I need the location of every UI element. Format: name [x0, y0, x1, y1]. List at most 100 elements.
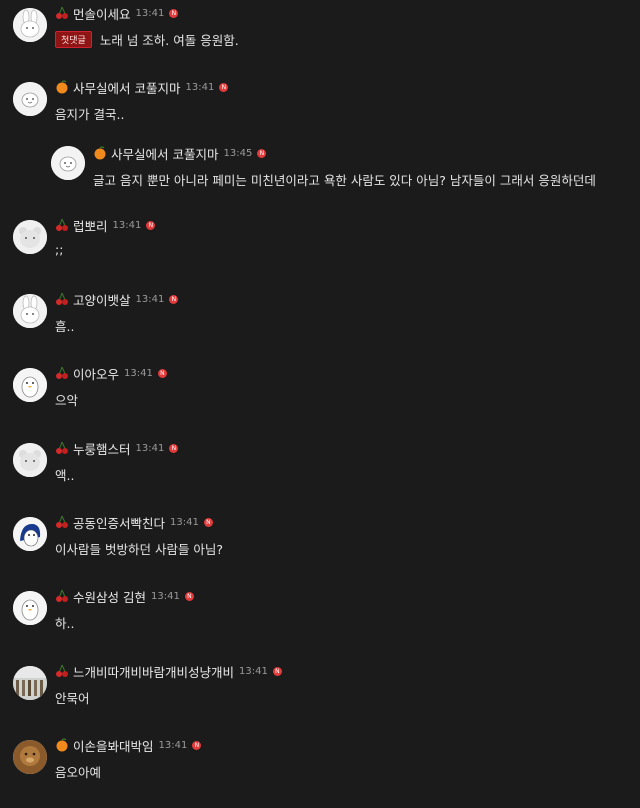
comment-header: 공동인증서빡친다 13:41 N	[55, 513, 213, 531]
comment-body: 하..	[55, 613, 74, 632]
avatar[interactable]	[13, 591, 47, 625]
comment-body: 이사람들 벗방하던 사람들 아님?	[55, 539, 223, 558]
comment-item[interactable]: 럽뽀리 13:41 N;;	[0, 218, 640, 288]
nickname[interactable]: 이손을봐대박임	[73, 736, 154, 755]
comment-header: 수원삼성 김현 13:41 N	[55, 587, 194, 605]
comment-body: 글고 음지 뿐만 아니라 페미는 미친년이라고 욕한 사람도 있다 아님? 남자…	[93, 170, 596, 189]
avatar[interactable]	[13, 666, 47, 700]
comment-header: 누룽햄스터 13:41 N	[55, 439, 179, 458]
comment-body: 으악	[55, 390, 78, 409]
timestamp: 13:41	[135, 293, 165, 305]
comment-body: 흠..	[55, 316, 74, 335]
new-badge: N	[169, 8, 179, 18]
new-badge: N	[146, 220, 156, 230]
cherry-icon	[55, 6, 69, 20]
timestamp: 13:41	[239, 665, 268, 677]
new-badge: N	[169, 294, 179, 304]
comment-item[interactable]: 이아오우 13:41 N 으악	[0, 366, 640, 436]
cherry-icon	[55, 664, 69, 678]
comment-body: 음지가 결국..	[55, 104, 124, 123]
comment-item[interactable]: 먼솔이세요 13:41 N 첫댓글 노래 넘 조하. 여돌 응원함.	[0, 6, 640, 76]
timestamp: 13:41	[124, 367, 153, 379]
timestamp: 13:41	[135, 442, 165, 454]
comment-item[interactable]: 수원삼성 김현 13:41 N 하..	[0, 589, 640, 659]
avatar[interactable]	[13, 82, 47, 116]
reply-comment[interactable]: 사무실에서 코풀지마 13:45 N 글고 음지 뿐만 아니라 페미는 미친년이라고 …	[0, 146, 640, 216]
avatar[interactable]	[13, 8, 47, 42]
comment-text: 흠..	[55, 319, 75, 334]
first-comment-tag: 첫댓글	[55, 31, 92, 48]
timestamp: 13:41	[150, 590, 180, 602]
new-badge: N	[219, 82, 229, 92]
comment-text: ;;	[55, 242, 64, 257]
avatar[interactable]	[13, 517, 47, 551]
comment-text: 안묵어	[55, 691, 90, 706]
avatar[interactable]	[13, 294, 47, 328]
cherry-icon	[55, 515, 69, 529]
timestamp: 13:41	[185, 81, 215, 93]
comment-text: 음오아예	[55, 765, 102, 780]
comment-header: 사무실에서 코풀지마 13:45 N	[93, 144, 267, 163]
new-badge: N	[257, 148, 267, 158]
comment-header: 느개비따개비바람개비성냥개비 13:41 N	[55, 662, 282, 680]
comment-item[interactable]: 이손을봐대박임 13:41 N 음오아예	[0, 738, 640, 808]
nickname[interactable]: 사무실에서 코풀지마	[111, 144, 218, 163]
comment-item[interactable]: 느개비따개비바람개비성냥개비 13:41 N 안묵어	[0, 664, 640, 734]
comment-header: 먼솔이세요 13:41 N	[55, 4, 179, 23]
nickname[interactable]: 느개비따개비바람개비성냥개비	[73, 662, 234, 681]
comment-text: 하..	[55, 616, 75, 631]
comment-body: ;;	[55, 242, 63, 257]
nickname[interactable]: 공동인증서빡친다	[73, 513, 165, 532]
comment-text: 으악	[55, 393, 79, 408]
timestamp: 13:45	[223, 147, 253, 159]
cherry-icon	[55, 366, 69, 380]
orange-icon	[55, 738, 69, 752]
nickname[interactable]: 먼솔이세요	[73, 4, 131, 23]
nickname[interactable]: 수원삼성 김현	[73, 587, 146, 606]
avatar[interactable]	[13, 368, 47, 402]
timestamp: 13:41	[170, 516, 199, 528]
comment-header: 이아오우 13:41 N	[55, 364, 167, 382]
new-badge: N	[169, 443, 179, 453]
comment-body: 액..	[55, 465, 74, 484]
cherry-icon	[55, 589, 69, 603]
comment-header: 고양이뱃살 13:41 N	[55, 290, 179, 309]
comment-item[interactable]: 고양이뱃살 13:41 N 흠..	[0, 292, 640, 362]
comment-item[interactable]: 사무실에서 코풀지마 13:41 N 음지가 결국..	[0, 80, 640, 150]
comment-text: 음지가 결국..	[55, 107, 125, 122]
comment-body: 음오아예	[55, 762, 101, 781]
new-badge: N	[203, 517, 213, 527]
cherry-icon	[55, 292, 69, 306]
avatar[interactable]	[13, 740, 47, 774]
comment-item[interactable]: 누룽햄스터 13:41 N 액..	[0, 441, 640, 511]
nickname[interactable]: 럽뽀리	[73, 216, 108, 235]
comment-header: 이손을봐대박임 13:41 N	[55, 736, 202, 755]
timestamp: 13:41	[158, 739, 188, 751]
new-badge: N	[184, 591, 194, 601]
new-badge: N	[192, 740, 202, 750]
comment-text: 노래 넘 조하. 여돌 응원함.	[99, 33, 239, 48]
nickname[interactable]: 사무실에서 코풀지마	[73, 78, 180, 97]
avatar[interactable]	[13, 443, 47, 477]
cherry-icon	[55, 441, 69, 455]
nickname[interactable]: 고양이뱃살	[73, 290, 131, 309]
avatar[interactable]	[13, 220, 47, 254]
avatar[interactable]	[51, 146, 85, 180]
comment-text: 이사람들 벗방하던 사람들 아님?	[55, 542, 224, 557]
comment-item[interactable]: 공동인증서빡친다 13:41 N 이사람들 벗방하던 사람들 아님?	[0, 515, 640, 585]
cherry-icon	[55, 218, 69, 232]
timestamp: 13:41	[112, 219, 142, 231]
comment-body: 첫댓글 노래 넘 조하. 여돌 응원함.	[55, 30, 239, 49]
comment-header: 럽뽀리 13:41 N	[55, 216, 156, 235]
timestamp: 13:41	[135, 7, 165, 19]
nickname[interactable]: 이아오우	[73, 364, 119, 383]
new-badge: N	[157, 368, 167, 378]
orange-icon	[55, 80, 69, 94]
comment-header: 사무실에서 코풀지마 13:41 N	[55, 78, 229, 97]
new-badge: N	[272, 666, 282, 676]
comment-body: 안묵어	[55, 688, 90, 707]
orange-icon	[93, 146, 107, 160]
comment-text: 글고 음지 뿐만 아니라 페미는 미친년이라고 욕한 사람도 있다 아님? 남자…	[93, 173, 596, 188]
nickname[interactable]: 누룽햄스터	[73, 439, 131, 458]
comment-text: 액..	[55, 468, 75, 483]
